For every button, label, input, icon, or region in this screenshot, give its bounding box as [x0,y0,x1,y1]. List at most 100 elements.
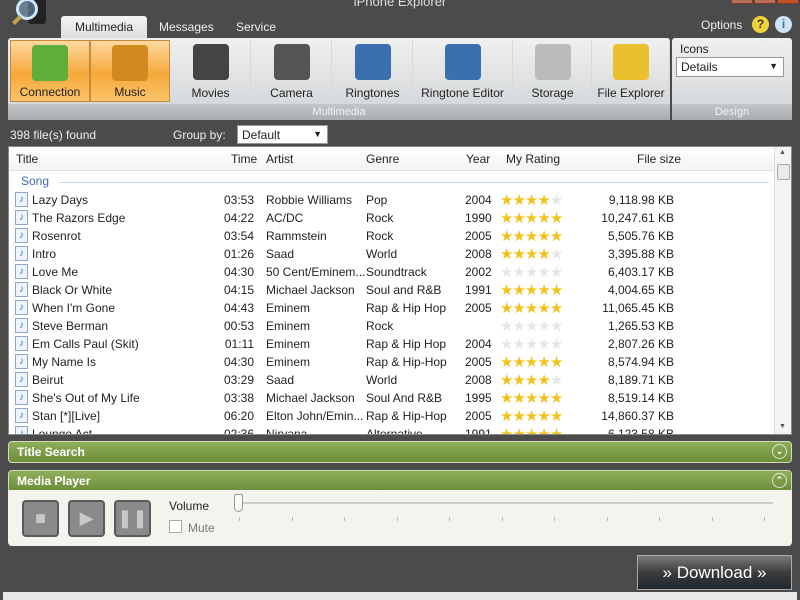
star-icon[interactable]: ★ [525,426,538,434]
table-row[interactable]: ♪ The Razors Edge 04:22 AC/DC Rock 1990 … [9,209,774,227]
star-icon[interactable]: ★ [512,408,525,425]
download-button[interactable]: » Download » [637,555,792,590]
rating-stars[interactable]: ★★★★★ [500,389,563,407]
star-icon[interactable]: ★ [537,318,550,335]
star-icon[interactable]: ★ [537,192,550,209]
star-icon[interactable]: ★ [512,228,525,245]
table-row[interactable]: ♪ When I'm Gone 04:43 Eminem Rap & Hip H… [9,299,774,317]
title-search-panel-header[interactable]: Title Search ⌄ [8,441,792,463]
table-row[interactable]: ♪ Beirut 03:29 Saad World 2008 ★★★★★ 8,1… [9,371,774,389]
col-year[interactable]: Year [466,152,490,166]
star-icon[interactable]: ★ [537,336,550,353]
rating-stars[interactable]: ★★★★★ [500,191,563,209]
col-time[interactable]: Time [231,152,257,166]
rating-stars[interactable]: ★★★★★ [500,353,563,371]
ribbon-button-ringtone-editor[interactable]: Ringtone Editor [413,40,513,102]
star-icon[interactable]: ★ [550,228,563,245]
star-icon[interactable]: ★ [500,300,513,317]
col-title[interactable]: Title [16,152,38,166]
star-icon[interactable]: ★ [500,246,513,263]
star-icon[interactable]: ★ [525,354,538,371]
star-icon[interactable]: ★ [500,228,513,245]
tab-service[interactable]: Service [222,16,290,39]
tab-messages[interactable]: Messages [145,16,228,39]
star-icon[interactable]: ★ [512,318,525,335]
tab-multimedia[interactable]: Multimedia [61,16,148,39]
rating-stars[interactable]: ★★★★★ [500,317,563,335]
scrollbar-thumb[interactable] [777,164,790,180]
star-icon[interactable]: ★ [525,300,538,317]
star-icon[interactable]: ★ [525,372,538,389]
rating-stars[interactable]: ★★★★★ [500,263,563,281]
rating-stars[interactable]: ★★★★★ [500,299,563,317]
star-icon[interactable]: ★ [537,426,550,434]
ribbon-button-connection[interactable]: Connection [10,40,90,102]
ribbon-button-movies[interactable]: Movies [171,40,251,102]
star-icon[interactable]: ★ [525,210,538,227]
star-icon[interactable]: ★ [550,210,563,227]
star-icon[interactable]: ★ [550,336,563,353]
star-icon[interactable]: ★ [500,372,513,389]
maximize-button[interactable] [754,0,776,4]
vertical-scrollbar[interactable]: ▲ ▼ [774,147,791,434]
star-icon[interactable]: ★ [550,246,563,263]
star-icon[interactable]: ★ [500,408,513,425]
star-icon[interactable]: ★ [512,336,525,353]
table-row[interactable]: ♪ Intro 01:26 Saad World 2008 ★★★★★ 3,39… [9,245,774,263]
ribbon-button-storage[interactable]: Storage [514,40,592,102]
ribbon-button-camera[interactable]: Camera [252,40,332,102]
table-row[interactable]: ♪ Lazy Days 03:53 Robbie Williams Pop 20… [9,191,774,209]
info-icon[interactable]: i [775,16,792,33]
col-artist[interactable]: Artist [266,152,293,166]
rating-stars[interactable]: ★★★★★ [500,425,563,434]
media-player-panel-header[interactable]: Media Player ⌃ [8,470,792,492]
col-genre[interactable]: Genre [366,152,399,166]
star-icon[interactable]: ★ [550,390,563,407]
star-icon[interactable]: ★ [500,210,513,227]
star-icon[interactable]: ★ [512,354,525,371]
star-icon[interactable]: ★ [525,246,538,263]
star-icon[interactable]: ★ [512,192,525,209]
col-filesize[interactable]: File size [637,152,681,166]
table-row[interactable]: ♪ Rosenrot 03:54 Rammstein Rock 2005 ★★★… [9,227,774,245]
scroll-down-icon[interactable]: ▼ [779,423,786,430]
star-icon[interactable]: ★ [550,426,563,434]
help-icon[interactable]: ? [752,16,769,33]
star-icon[interactable]: ★ [525,318,538,335]
group-by-select[interactable]: Default ▼ [237,125,328,144]
rating-stars[interactable]: ★★★★★ [500,227,563,245]
star-icon[interactable]: ★ [550,318,563,335]
star-icon[interactable]: ★ [525,192,538,209]
star-icon[interactable]: ★ [512,246,525,263]
scroll-up-icon[interactable]: ▲ [779,149,786,156]
rating-stars[interactable]: ★★★★★ [500,245,563,263]
star-icon[interactable]: ★ [512,210,525,227]
star-icon[interactable]: ★ [550,300,563,317]
star-icon[interactable]: ★ [512,372,525,389]
star-icon[interactable]: ★ [537,372,550,389]
star-icon[interactable]: ★ [525,228,538,245]
star-icon[interactable]: ★ [537,408,550,425]
ribbon-button-ringtones[interactable]: Ringtones [333,40,413,102]
star-icon[interactable]: ★ [512,426,525,434]
col-rating[interactable]: My Rating [506,152,560,166]
expand-chevron-icon[interactable]: ⌄ [772,444,787,459]
rating-stars[interactable]: ★★★★★ [500,335,563,353]
collapse-chevron-icon[interactable]: ⌃ [772,473,787,488]
star-icon[interactable]: ★ [525,336,538,353]
star-icon[interactable]: ★ [537,300,550,317]
star-icon[interactable]: ★ [537,246,550,263]
star-icon[interactable]: ★ [500,354,513,371]
star-icon[interactable]: ★ [500,318,513,335]
volume-slider-track[interactable] [238,502,773,504]
close-button[interactable] [777,0,799,4]
options-menu[interactable]: Options [701,18,742,32]
rating-stars[interactable]: ★★★★★ [500,209,563,227]
view-select[interactable]: Details ▼ [676,57,784,77]
ribbon-button-file-explorer[interactable]: File Explorer [593,40,670,102]
star-icon[interactable]: ★ [512,264,525,281]
star-icon[interactable]: ★ [512,282,525,299]
star-icon[interactable]: ★ [537,354,550,371]
star-icon[interactable]: ★ [550,372,563,389]
star-icon[interactable]: ★ [500,264,513,281]
